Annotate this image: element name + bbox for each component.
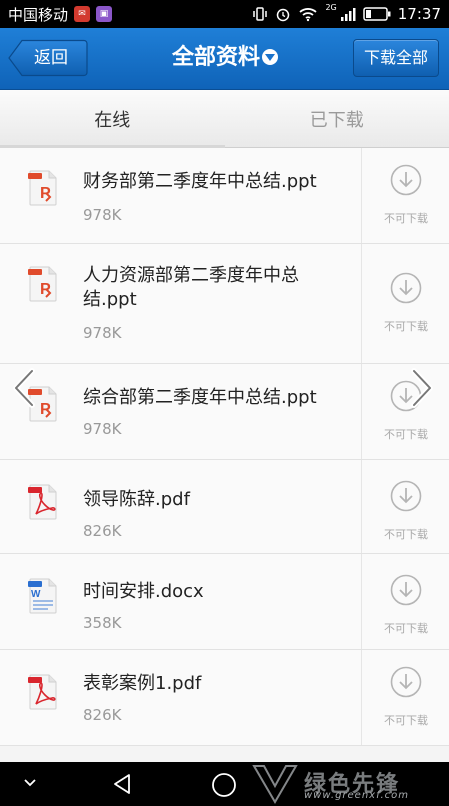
file-name: 表彰案例1.pdf — [83, 673, 202, 694]
file-name: 时间安排.docx — [83, 581, 204, 602]
download-action[interactable]: 不可下载 — [361, 460, 449, 553]
tab-online[interactable]: 在线 — [0, 90, 225, 148]
previous-page-arrow[interactable] — [10, 368, 38, 408]
download-disabled-label: 不可下载 — [384, 320, 428, 333]
file-size: 978K — [83, 324, 122, 342]
tab-bar: 在线 已下载 — [0, 90, 449, 148]
download-action[interactable]: 不可下载 — [361, 244, 449, 363]
chevron-down-icon — [262, 49, 278, 65]
file-size: 358K — [83, 614, 122, 632]
page-title[interactable]: 全部资料 — [130, 40, 320, 76]
list-item[interactable]: 表彰案例1.pdf 826K 不可下载 — [0, 650, 449, 746]
download-action[interactable]: 不可下载 — [361, 554, 449, 649]
list-item[interactable]: 领导陈辞.pdf 826K 不可下载 — [0, 460, 449, 554]
file-size: 826K — [83, 522, 122, 540]
network-type-label: 2G — [325, 2, 337, 12]
list-item[interactable]: P 综合部第二季度年中总结.ppt 978K 不可下载 — [0, 364, 449, 460]
vibrate-icon — [253, 7, 268, 21]
file-name: 人力资源部第二季度年中总结.ppt — [83, 265, 299, 310]
back-button[interactable]: 返回 — [8, 39, 88, 77]
download-action[interactable]: 不可下载 — [361, 650, 449, 745]
back-triangle-icon[interactable] — [110, 772, 134, 796]
alarm-icon — [277, 8, 290, 22]
download-disabled-icon — [390, 164, 422, 196]
list-item[interactable]: P 财务部第二季度年中总结.ppt 978K 不可下载 — [0, 148, 449, 244]
file-size: 978K — [83, 420, 122, 438]
signal-icon — [340, 8, 356, 21]
download-all-button[interactable]: 下载全部 — [353, 39, 439, 77]
download-disabled-icon — [390, 574, 422, 606]
download-disabled-label: 不可下载 — [384, 622, 428, 635]
pdf-file-icon — [28, 674, 58, 710]
carrier-label: 中国移动 — [8, 5, 69, 24]
download-disabled-label: 不可下载 — [384, 428, 428, 441]
wifi-icon — [299, 8, 318, 22]
file-name: 综合部第二季度年中总结.ppt — [83, 387, 317, 408]
download-disabled-label: 不可下载 — [384, 528, 428, 541]
svg-text:W: W — [31, 589, 41, 600]
watermark: 绿色先锋 www.greenxf.com — [250, 764, 446, 804]
app-notification-icon: ✉ — [74, 6, 91, 22]
file-size: 978K — [83, 206, 122, 224]
download-disabled-icon — [390, 272, 422, 304]
status-bar: 中国移动 ✉ ▣ 2G 17:37 — [0, 0, 449, 28]
download-disabled-icon — [390, 480, 422, 512]
list-item[interactable]: W 时间安排.docx 358K 不可下载 — [0, 554, 449, 650]
back-button-label: 返回 — [34, 48, 68, 68]
pdf-file-icon — [28, 484, 58, 520]
file-name: 领导陈辞.pdf — [83, 489, 190, 510]
chevron-down-icon[interactable] — [22, 776, 38, 790]
list-item[interactable]: P 人力资源部第二季度年中总结.ppt 978K 不可下载 — [0, 244, 449, 364]
tab-downloaded[interactable]: 已下载 — [225, 90, 449, 147]
battery-icon — [363, 7, 391, 21]
clock-label: 17:37 — [397, 5, 441, 23]
app-header: 返回 全部资料 下载全部 — [0, 28, 449, 90]
file-size: 826K — [83, 706, 122, 724]
file-name: 财务部第二季度年中总结.ppt — [83, 171, 317, 192]
home-circle-icon[interactable] — [211, 772, 237, 798]
ppt-file-icon: P — [28, 170, 58, 206]
gallery-notification-icon: ▣ — [96, 6, 113, 22]
next-page-arrow[interactable] — [408, 368, 436, 408]
download-disabled-label: 不可下载 — [384, 212, 428, 225]
watermark-logo-icon — [252, 765, 298, 804]
page-title-text: 全部资料 — [171, 45, 260, 70]
download-disabled-icon — [390, 666, 422, 698]
download-action[interactable]: 不可下载 — [361, 148, 449, 243]
watermark-url: www.greenxf.com — [304, 790, 409, 801]
file-list: P 财务部第二季度年中总结.ppt 978K 不可下载 P 人力资源部第二季度年… — [0, 148, 449, 746]
download-disabled-label: 不可下载 — [384, 714, 428, 727]
docx-file-icon: W — [28, 578, 58, 614]
ppt-file-icon: P — [28, 266, 58, 302]
